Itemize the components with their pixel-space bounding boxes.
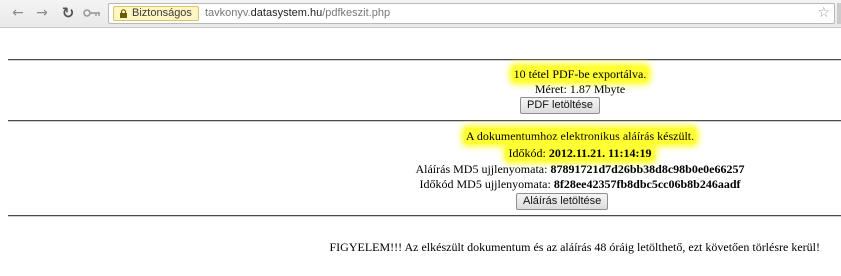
secure-label: Biztonságos	[132, 7, 192, 19]
signature-md5-value: 87891721d7d26bb38d8c98b0e0e66257	[550, 162, 745, 176]
timestamp-line: Időkód: 2012.11.21. 11:14:19	[340, 145, 820, 161]
divider	[8, 120, 841, 122]
timestamp-md5-value: 8f28ee42357fb8dbc5cc06b8b246aadf	[553, 177, 741, 191]
timestamp-highlight: Időkód: 2012.11.21. 11:14:19	[506, 145, 654, 161]
export-size: Méret: 1.87 Mbyte	[534, 82, 626, 96]
url-domain: datasystem.hu	[250, 7, 323, 19]
signature-md5-line: Aláírás MD5 ujjlenyomata: 87891721d7d26b…	[340, 162, 820, 177]
security-chip[interactable]: Biztonságos	[113, 6, 199, 21]
key-icon[interactable]	[82, 4, 102, 22]
star-icon[interactable]: ☆	[817, 5, 830, 22]
timestamp-md5-label: Időkód MD5 ujjlenyomata:	[419, 177, 554, 191]
divider	[8, 215, 841, 217]
timestamp-label: Időkód:	[508, 146, 549, 160]
browser-toolbar: ← → ↻ Biztonságos tavkonyv.datasystem.hu…	[0, 0, 841, 28]
timestamp-value: 2012.11.21. 11:14:19	[548, 146, 652, 160]
timestamp-md5-line: Időkód MD5 ujjlenyomata: 8f28ee42357fb8d…	[340, 177, 820, 192]
export-message-line: 10 tétel PDF-be exportálva.	[340, 66, 820, 82]
warning-text: FIGYELEM!!! Az elkészült dokumentum és a…	[329, 240, 820, 254]
back-arrow-icon[interactable]: ←	[8, 4, 28, 22]
reload-icon[interactable]: ↻	[58, 4, 78, 22]
url-prefix: tavkonyv.	[205, 7, 251, 19]
url-path: /pdfkeszit.php	[322, 7, 391, 19]
address-bar[interactable]: Biztonságos tavkonyv.datasystem.hu/pdfke…	[108, 3, 835, 24]
divider	[8, 59, 841, 61]
signature-message: A dokumentumhoz elektronikus aláírás kés…	[463, 128, 697, 144]
export-message: 10 tétel PDF-be exportálva.	[511, 66, 649, 82]
signature-download-button[interactable]: Aláírás letöltése	[516, 193, 609, 210]
pdf-download-button[interactable]: PDF letöltése	[520, 97, 601, 114]
signature-message-line: A dokumentumhoz elektronikus aláírás kés…	[340, 128, 820, 144]
signature-md5-label: Aláírás MD5 ujjlenyomata:	[415, 162, 551, 176]
key-icon-shape	[83, 9, 100, 17]
lock-icon	[120, 9, 127, 18]
toolbar-edge	[837, 3, 841, 24]
url-text[interactable]: tavkonyv.datasystem.hu/pdfkeszit.php	[205, 7, 390, 20]
forward-arrow-icon[interactable]: →	[32, 4, 52, 22]
